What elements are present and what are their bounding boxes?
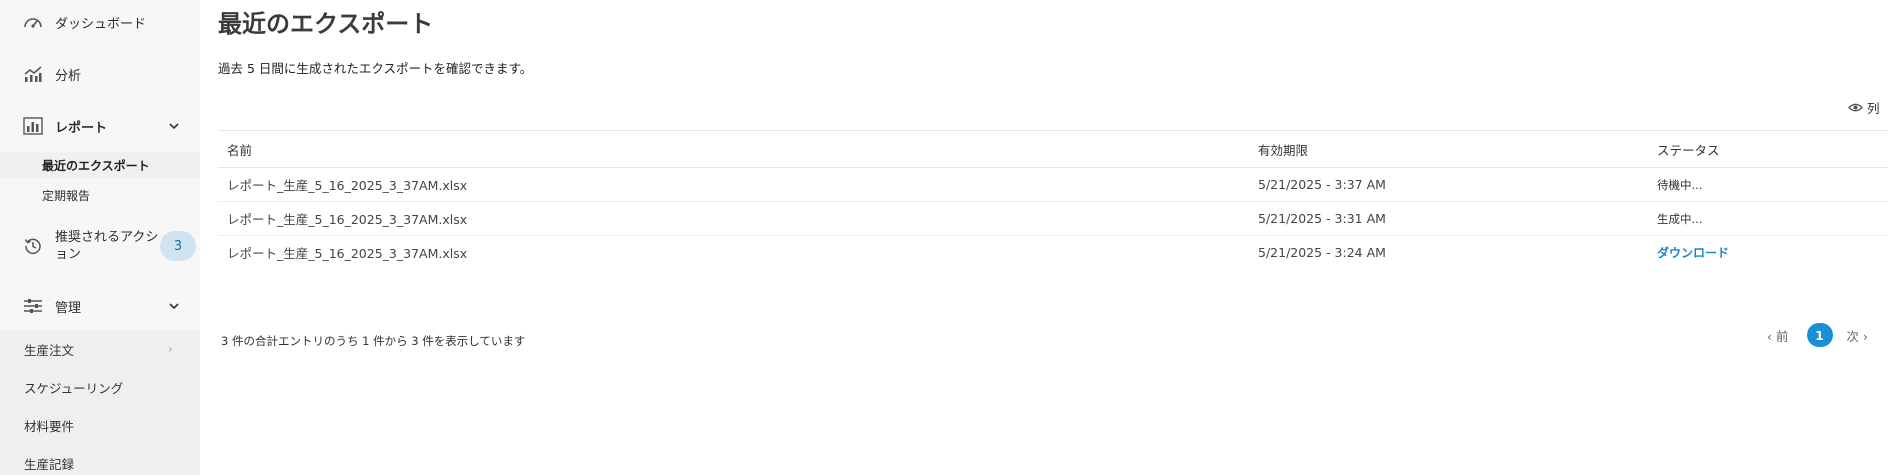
entries-summary: 3 件の合計エントリのうち 1 件から 3 件を表示しています <box>221 334 526 348</box>
reports-icon <box>23 116 43 136</box>
column-header-name[interactable]: 名前 <box>227 131 252 167</box>
table-header-row: 名前 有効期限 ステータス <box>218 131 1888 168</box>
row-status-waiting: 待機中... <box>1657 177 1703 192</box>
sidebar-item-production-records[interactable]: 生産記録 <box>0 448 200 475</box>
row-file-name: レポート_生産_5_16_2025_3_37AM.xlsx <box>227 178 468 193</box>
sliders-icon <box>23 296 43 316</box>
sidebar-item-recent-exports-label: 最近のエクスポート <box>42 158 150 173</box>
sidebar-item-recent-exports[interactable]: 最近のエクスポート <box>0 152 200 178</box>
sidebar-item-scheduled-reports-label: 定期報告 <box>42 188 91 203</box>
column-header-status[interactable]: ステータス <box>1657 131 1720 167</box>
chevron-down-icon <box>169 303 179 310</box>
sidebar-item-material-requirements-label: 材料要件 <box>24 418 75 434</box>
exports-table: 名前 有効期限 ステータス レポート_生産_5_16_2025_3_37AM.x… <box>218 130 1888 269</box>
row-status-generating: 生成中... <box>1657 211 1703 226</box>
eye-icon <box>1848 103 1863 112</box>
pagination-next-button[interactable]: 次 › <box>1847 326 1869 345</box>
row-expiration: 5/21/2025 - 3:37 AM <box>1258 177 1386 192</box>
table-row: レポート_生産_5_16_2025_3_37AM.xlsx 5/21/2025 … <box>218 236 1888 269</box>
nav-reports[interactable]: レポート <box>0 114 200 138</box>
nav-admin-label: 管理 <box>55 300 82 316</box>
row-file-name: レポート_生産_5_16_2025_3_37AM.xlsx <box>227 212 468 227</box>
dashboard-gauge-icon <box>23 12 43 32</box>
pagination-prev-button[interactable]: ‹ 前 <box>1767 326 1789 345</box>
sidebar-item-production-orders-label: 生産注文 <box>24 342 75 358</box>
main-content: 最近のエクスポート 過去 5 日間に生成されたエクスポートを確認できます。 列 … <box>200 0 1900 475</box>
sidebar-item-scheduled-reports[interactable]: 定期報告 <box>0 182 200 208</box>
pagination-prev-label: 前 <box>1775 328 1789 344</box>
row-file-name: レポート_生産_5_16_2025_3_37AM.xlsx <box>227 246 468 261</box>
chevron-right-icon: › <box>168 342 173 356</box>
recommended-count-badge: 3 <box>160 231 196 261</box>
chevron-down-icon <box>169 123 179 130</box>
row-expiration: 5/21/2025 - 3:31 AM <box>1258 211 1386 226</box>
nav-recommended-actions-label: 推奨されるアクション <box>55 230 159 262</box>
nav-admin[interactable]: 管理 <box>0 294 200 318</box>
nav-dashboard-label: ダッシュボード <box>55 16 147 32</box>
table-row: レポート_生産_5_16_2025_3_37AM.xlsx 5/21/2025 … <box>218 202 1888 236</box>
sidebar-item-production-orders[interactable]: 生産注文 › <box>0 334 200 364</box>
columns-toggle-label: 列 <box>1867 101 1880 116</box>
table-row: レポート_生産_5_16_2025_3_37AM.xlsx 5/21/2025 … <box>218 168 1888 202</box>
sidebar: ダッシュボード 分析 レポート 最近のエクスポート 定期報告 推奨されるアクショ… <box>0 0 200 475</box>
sidebar-item-scheduling-label: スケジューリング <box>24 380 124 396</box>
sidebar-item-material-requirements[interactable]: 材料要件 <box>0 410 200 440</box>
page-description: 過去 5 日間に生成されたエクスポートを確認できます。 <box>218 61 533 76</box>
history-icon <box>23 236 43 256</box>
nav-recommended-actions[interactable]: 推奨されるアクション 3 <box>0 228 200 264</box>
admin-submenu: 生産注文 › スケジューリング 材料要件 生産記録 <box>0 330 200 475</box>
pagination: ‹ 前 1 次 › <box>1767 323 1868 347</box>
analytics-chart-icon <box>23 64 43 84</box>
pagination-page-1[interactable]: 1 <box>1806 323 1833 347</box>
nav-analytics[interactable]: 分析 <box>0 62 200 86</box>
nav-analytics-label: 分析 <box>55 68 82 84</box>
page-title: 最近のエクスポート <box>218 10 434 38</box>
column-header-expiration[interactable]: 有効期限 <box>1258 131 1308 167</box>
pagination-next-label: 次 <box>1846 328 1860 344</box>
sidebar-item-scheduling[interactable]: スケジューリング <box>0 372 200 402</box>
download-link[interactable]: ダウンロード <box>1657 236 1729 269</box>
sidebar-item-production-records-label: 生産記録 <box>24 456 75 472</box>
nav-dashboard[interactable]: ダッシュボード <box>0 10 200 34</box>
nav-reports-label: レポート <box>55 120 108 136</box>
row-expiration: 5/21/2025 - 3:24 AM <box>1258 245 1386 260</box>
columns-toggle-button[interactable]: 列 <box>1848 98 1880 117</box>
